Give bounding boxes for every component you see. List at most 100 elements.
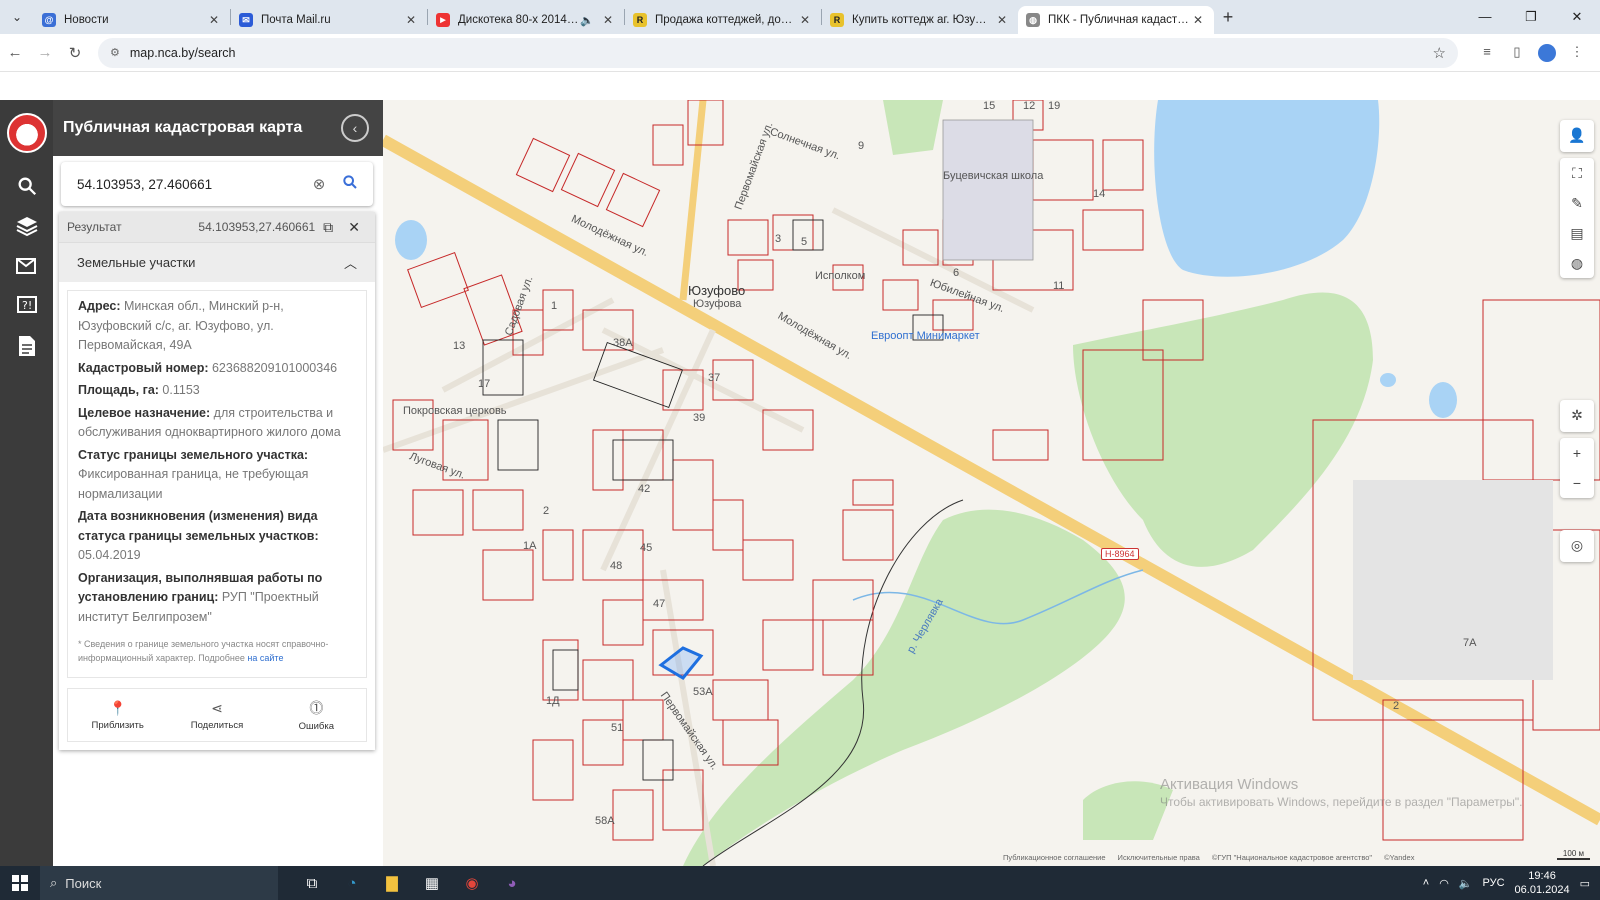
volume-icon[interactable]: 🔈 xyxy=(1459,877,1473,890)
chevron-up-icon[interactable]: ˄ xyxy=(1423,877,1429,889)
parcel-number: 2 xyxy=(543,505,550,517)
note-link[interactable]: на сайте xyxy=(247,653,283,663)
language-indicator[interactable]: РУС xyxy=(1483,877,1505,889)
profile-avatar-icon[interactable] xyxy=(1538,43,1556,62)
share-icon: ⋖ xyxy=(211,699,223,716)
close-icon[interactable]: ✕ xyxy=(994,13,1010,27)
forward-icon[interactable]: → xyxy=(30,44,60,61)
alert-icon: ⓵ xyxy=(309,700,324,716)
chrome-icon[interactable]: ◉ xyxy=(452,866,492,900)
rail-feedback-icon[interactable]: ?! xyxy=(0,286,53,326)
note-text: * Сведения о границе земельного участка … xyxy=(78,639,329,663)
attribution-item[interactable]: Исключительные права xyxy=(1118,853,1200,862)
back-icon[interactable]: ← xyxy=(0,44,30,61)
clear-search-icon[interactable]: ⊗ xyxy=(307,175,331,193)
minimize-icon[interactable]: — xyxy=(1462,0,1508,34)
report-error-button[interactable]: ⓵ Ошибка xyxy=(267,689,366,741)
restore-icon[interactable]: ❐ xyxy=(1508,0,1554,34)
rail-mail-icon[interactable] xyxy=(0,246,53,286)
locate-icon[interactable]: ◎ xyxy=(1560,530,1594,560)
close-result-icon[interactable]: ✕ xyxy=(341,219,367,236)
zoom-in-icon[interactable]: + xyxy=(1560,438,1594,468)
clock-time: 19:46 xyxy=(1528,870,1556,882)
rail-search-icon[interactable] xyxy=(0,166,53,206)
close-icon[interactable]: ✕ xyxy=(1190,13,1206,27)
tab-search-menu-icon[interactable]: ⌄ xyxy=(0,0,34,34)
reload-icon[interactable]: ↻ xyxy=(60,44,90,62)
rail-layers-icon[interactable] xyxy=(0,206,53,246)
close-window-icon[interactable]: ✕ xyxy=(1554,0,1600,34)
result-header: Результат 54.103953,27.460661 ⧉ ✕ xyxy=(59,212,375,242)
tab-realt-2[interactable]: R Купить коттедж аг. Юзуфово ✕ xyxy=(822,6,1018,34)
new-tab-button[interactable]: + xyxy=(1214,7,1242,28)
zoom-to-button[interactable]: 📍 Приблизить xyxy=(68,689,167,741)
tab-news[interactable]: @ Новости ✕ xyxy=(34,6,230,34)
locate-control: ◎ xyxy=(1560,530,1594,562)
tab-mail[interactable]: ✉ Почта Mail.ru ✕ xyxy=(231,6,427,34)
cadastral-value: 623688209101000346 xyxy=(211,360,338,375)
kebab-menu-icon[interactable]: ⋮ xyxy=(1562,44,1592,62)
attribution-item[interactable]: Публикационное соглашение xyxy=(1003,853,1106,862)
media-icon[interactable]: ≡ xyxy=(1472,44,1502,62)
rail-document-icon[interactable] xyxy=(0,326,53,366)
tab-title: ПКК - Публичная кадастрова xyxy=(1048,14,1190,26)
network-icon[interactable]: ◠ xyxy=(1439,877,1449,890)
clock[interactable]: 19:46 06.01.2024 xyxy=(1515,869,1570,897)
close-icon[interactable]: ✕ xyxy=(797,13,813,27)
document-icon[interactable]: ▤ xyxy=(1560,218,1594,248)
tab-youtube[interactable]: ▶ Дискотека 80-х 2014 год - 🔈 ✕ xyxy=(428,6,624,34)
notifications-icon[interactable]: ▭ xyxy=(1580,877,1590,890)
windows-taskbar: ⌕ Поиск ⧉ ◔ ▇ ▦ ◉ ◕ ˄ ◠ 🔈 РУС 19:46 06.0… xyxy=(0,866,1600,900)
close-icon[interactable]: ✕ xyxy=(403,13,419,27)
share-button[interactable]: ⋖ Поделиться xyxy=(167,689,266,741)
parcel-number: 2 xyxy=(1393,700,1400,712)
taskbar-search[interactable]: ⌕ Поиск xyxy=(40,866,278,900)
store-icon[interactable]: ▦ xyxy=(412,866,452,900)
compass-icon[interactable]: ✲ xyxy=(1560,400,1594,430)
parcel-number: 17 xyxy=(478,378,491,390)
coordinate-search-input[interactable]: 54.103953, 27.460661 ⊗ xyxy=(61,162,373,206)
start-button[interactable] xyxy=(0,866,40,900)
zoom-out-icon[interactable]: − xyxy=(1560,468,1594,498)
task-view-icon[interactable]: ⧉ xyxy=(292,866,332,900)
market-label: Евроопт Минимаркет xyxy=(871,330,980,342)
cadastral-map[interactable]: Юзуфово Юзуфова Буцевичская школа Исполк… xyxy=(383,100,1600,866)
search-icon[interactable] xyxy=(337,174,363,194)
side-panel-icon[interactable]: ▯ xyxy=(1502,44,1532,62)
close-icon[interactable]: ✕ xyxy=(206,13,222,27)
parcel-number: 12 xyxy=(1023,100,1036,112)
cadastral-map-app: ?! Публичная кадастровая карта ‹ 54.1039… xyxy=(0,100,1600,866)
tab-title: Купить коттедж аг. Юзуфово xyxy=(852,14,994,26)
map-canvas[interactable] xyxy=(383,100,1600,866)
share-label: Поделиться xyxy=(190,719,244,731)
parcel-cadastral-number: Кадастровый номер: 623688209101000346 xyxy=(78,359,356,379)
copy-icon[interactable]: ⧉ xyxy=(315,219,341,236)
close-icon[interactable]: ✕ xyxy=(600,13,616,27)
search-query[interactable]: 54.103953, 27.460661 xyxy=(77,177,307,192)
bookmark-star-icon[interactable]: ☆ xyxy=(1433,44,1446,62)
tab-pkk[interactable]: ◍ ПКК - Публичная кадастрова ✕ xyxy=(1018,6,1214,34)
browser-toolbar: ≡ ▯ ⋮ xyxy=(1472,43,1592,62)
file-explorer-icon[interactable]: ▇ xyxy=(372,866,412,900)
edge-icon[interactable]: ◔ xyxy=(332,866,372,900)
result-actions: 📍 Приблизить ⋖ Поделиться ⓵ Ошибка xyxy=(67,688,367,742)
error-label: Ошибка xyxy=(298,721,335,732)
land-parcels-group[interactable]: Земельные участки ︿ xyxy=(59,242,375,282)
url-field[interactable]: ⚙ map.nca.by/search ☆ xyxy=(98,37,1458,68)
measure-icon[interactable]: ✎ xyxy=(1560,188,1594,218)
side-panel: 54.103953, 27.460661 ⊗ Результат 54.1039… xyxy=(53,156,383,866)
user-icon[interactable]: 👤 xyxy=(1560,120,1594,150)
fullscreen-icon[interactable]: ⛶ xyxy=(1560,158,1594,188)
result-label: Результат xyxy=(67,220,122,234)
speaker-icon[interactable]: 🔈 xyxy=(580,14,594,27)
viber-icon[interactable]: ◕ xyxy=(492,866,532,900)
parcel-number: 1Д xyxy=(546,695,560,707)
parcel-purpose: Целевое назначение: для строительства и … xyxy=(78,404,356,443)
zoom-to-label: Приблизить xyxy=(91,719,144,731)
tab-realt-1[interactable]: R Продажа коттеджей, домов в ✕ xyxy=(625,6,821,34)
site-settings-icon[interactable]: ⚙ xyxy=(110,46,120,59)
basemap-icon[interactable]: ◍ xyxy=(1560,248,1594,278)
parcel-number: 48 xyxy=(610,560,623,572)
collapse-panel-button[interactable]: ‹ xyxy=(341,114,369,142)
chevron-up-icon[interactable]: ︿ xyxy=(344,253,357,272)
